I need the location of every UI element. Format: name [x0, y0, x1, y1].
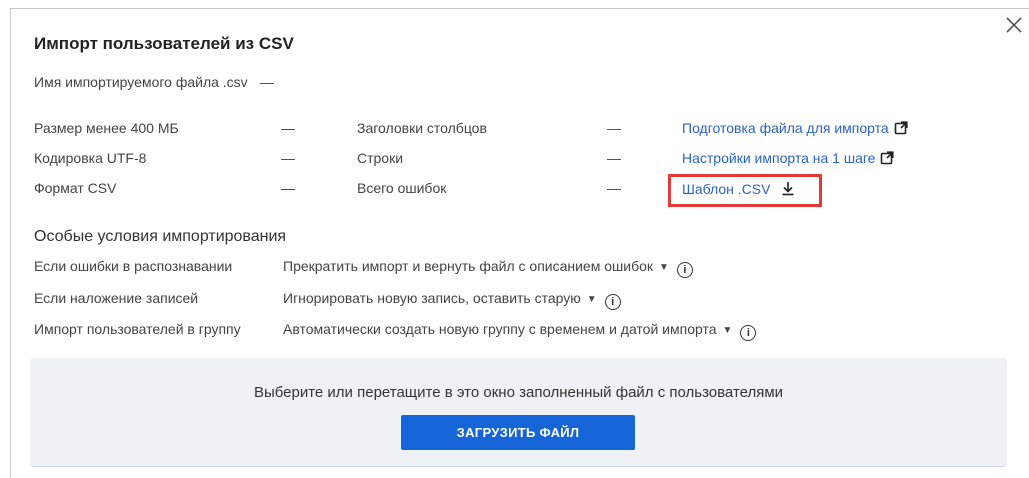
import-settings-link[interactable]: Настройки импорта на 1 шаге — [682, 150, 895, 166]
external-link-icon — [894, 121, 908, 135]
requirement-encoding-value: — — [281, 150, 295, 166]
file-dropzone[interactable]: Выберите или перетащите в это окно запол… — [30, 358, 1007, 467]
stat-errors-label: Всего ошибок — [357, 180, 447, 196]
condition-group-label: Импорт пользователей в группу — [34, 321, 241, 337]
condition-overlap-select[interactable]: Игнорировать новую запись, оставить стар… — [283, 290, 621, 310]
stat-rows-label: Строки — [357, 150, 404, 166]
dialog-title: Импорт пользователей из CSV — [34, 34, 294, 53]
requirement-size-label: Размер менее 400 МБ — [34, 120, 179, 136]
info-icon[interactable]: i — [604, 294, 621, 310]
condition-errors-value: Прекратить импорт и вернуть файл с описа… — [283, 258, 654, 274]
prepare-file-link-label: Подготовка файла для импорта — [682, 120, 889, 136]
caret-down-icon: ▼ — [659, 262, 669, 273]
caret-down-icon: ▼ — [722, 325, 733, 336]
requirement-size-value: — — [281, 120, 295, 136]
condition-errors-select[interactable]: Прекратить импорт и вернуть файл с описа… — [283, 258, 693, 278]
condition-errors-label: Если ошибки в распознавании — [34, 258, 233, 274]
caret-down-icon: ▼ — [586, 294, 597, 305]
filename-row: Имя импортируемого файла .csv — — [34, 74, 274, 90]
condition-overlap-value: Игнорировать новую запись, оставить стар… — [283, 290, 581, 306]
condition-group-select[interactable]: Автоматически создать новую группу с вре… — [283, 321, 757, 341]
filename-value: — — [259, 74, 274, 90]
requirement-format-label: Формат CSV — [34, 180, 117, 196]
info-icon[interactable]: i — [740, 325, 757, 341]
upload-file-button[interactable]: ЗАГРУЗИТЬ ФАЙЛ — [401, 415, 635, 450]
stat-errors-value: — — [607, 180, 621, 196]
requirement-format-value: — — [281, 180, 295, 196]
stat-rows-value: — — [607, 150, 621, 166]
close-icon[interactable] — [1003, 14, 1025, 36]
condition-group-value: Автоматически создать новую группу с вре… — [283, 321, 717, 337]
stat-headers-value: — — [607, 120, 621, 136]
filename-label: Имя импортируемого файла .csv — [34, 74, 248, 90]
prepare-file-link[interactable]: Подготовка файла для импорта — [682, 120, 908, 136]
stat-headers-label: Заголовки столбцов — [357, 120, 487, 136]
condition-overlap-label: Если наложение записей — [34, 290, 199, 306]
info-icon[interactable]: i — [676, 262, 693, 278]
conditions-title: Особые условия импортирования — [34, 228, 287, 245]
dropzone-text: Выберите или перетащите в это окно запол… — [253, 384, 784, 401]
template-highlight-box — [668, 174, 822, 207]
requirement-encoding-label: Кодировка UTF-8 — [34, 150, 147, 166]
import-settings-link-label: Настройки импорта на 1 шаге — [682, 150, 876, 166]
external-link-icon — [881, 151, 895, 165]
